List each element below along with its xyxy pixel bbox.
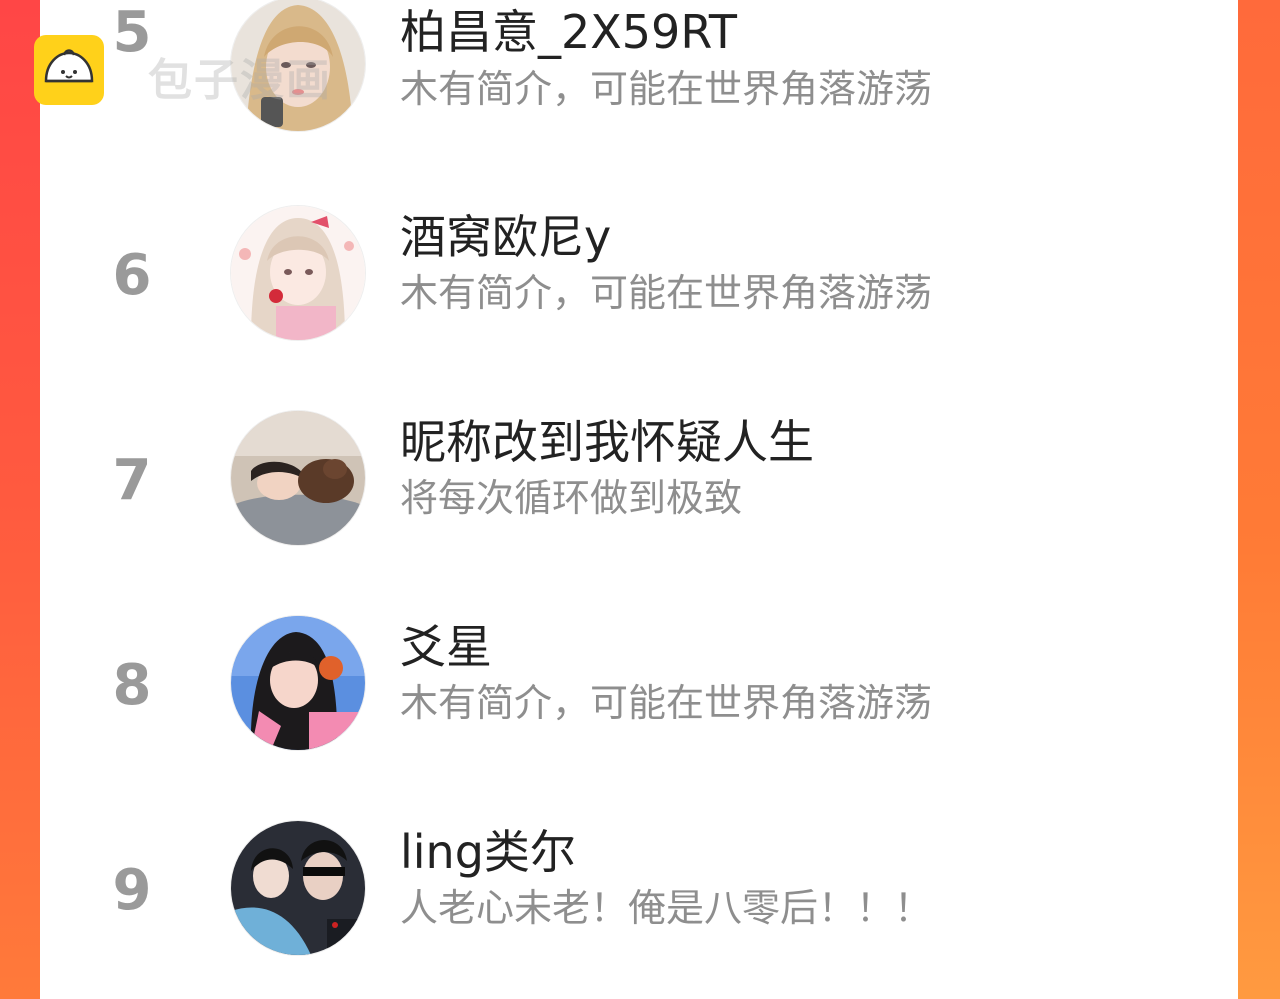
user-name: 爻星 bbox=[400, 620, 492, 674]
user-name: 柏昌意_2X59RT bbox=[400, 5, 738, 59]
rank-number: 8 bbox=[112, 653, 152, 718]
avatar[interactable] bbox=[230, 820, 366, 956]
user-bio: 木有简介，可能在世界角落游荡 bbox=[400, 681, 933, 725]
avatar[interactable] bbox=[230, 410, 366, 546]
watermark-text: 包子漫画 bbox=[148, 55, 332, 106]
bun-logo-icon bbox=[34, 35, 104, 105]
list-item[interactable]: 7 昵称改到我怀疑人生 将每次循环做到极致 bbox=[40, 410, 1238, 560]
user-name: 昵称改到我怀疑人生 bbox=[400, 415, 814, 469]
user-name: ling类尔 bbox=[400, 825, 576, 879]
user-bio: 木有简介，可能在世界角落游荡 bbox=[400, 67, 933, 111]
user-bio: 将每次循环做到极致 bbox=[400, 476, 743, 520]
rank-number: 9 bbox=[112, 858, 152, 923]
avatar[interactable] bbox=[230, 615, 366, 751]
ranking-list: 5 柏昌意_2X59RT 木有简介，可能在世界角落游荡 6 酒窝欧尼y 木有简介… bbox=[40, 0, 1238, 999]
rank-number: 7 bbox=[112, 448, 152, 513]
rank-number: 6 bbox=[112, 243, 152, 308]
list-item[interactable]: 6 酒窝欧尼y 木有简介，可能在世界角落游荡 bbox=[40, 205, 1238, 355]
avatar[interactable] bbox=[230, 205, 366, 341]
user-name: 酒窝欧尼y bbox=[400, 210, 612, 264]
list-item[interactable]: 8 爻星 木有简介，可能在世界角落游荡 bbox=[40, 615, 1238, 765]
list-item[interactable]: 9 ling类尔 人老心未老！俺是八零后！！！ bbox=[40, 820, 1238, 970]
user-bio: 人老心未老！俺是八零后！！！ bbox=[400, 886, 933, 930]
right-frame bbox=[1238, 0, 1280, 999]
user-bio: 木有简介，可能在世界角落游荡 bbox=[400, 271, 933, 315]
